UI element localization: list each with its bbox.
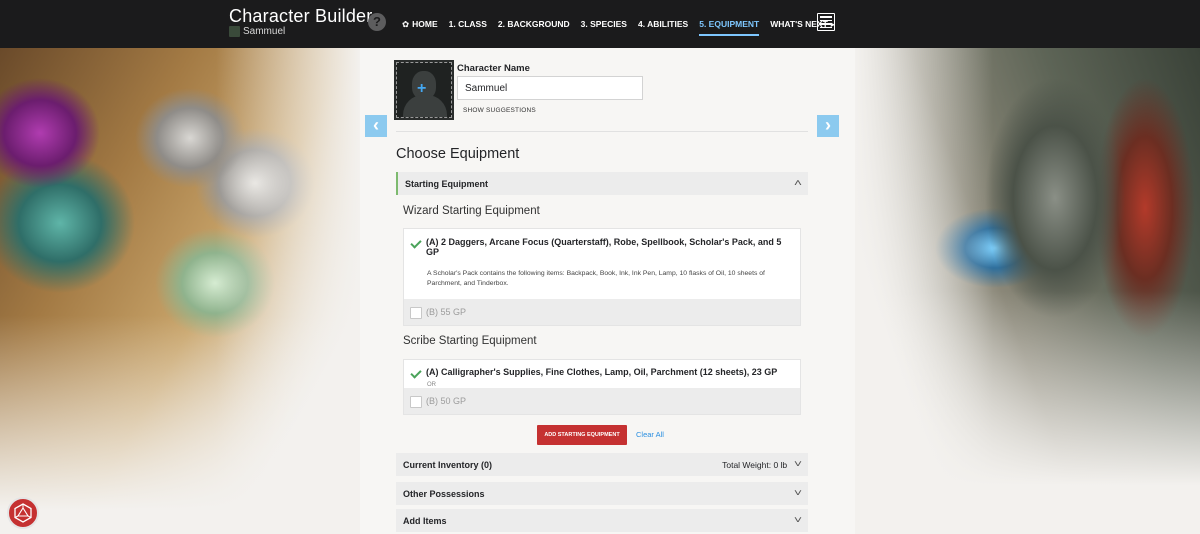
scribe-option-a[interactable]: (A) Calligrapher's Supplies, Fine Clothe… [404, 360, 800, 380]
chevron-down-icon: ˅ [793, 459, 803, 470]
nav-home[interactable]: ✿ Home [402, 15, 438, 34]
scribe-equipment-options: (A) Calligrapher's Supplies, Fine Clothe… [403, 359, 801, 415]
help-button[interactable]: ? [368, 13, 386, 31]
checkbox-icon[interactable] [410, 306, 422, 319]
character-portrait-upload[interactable]: + [394, 60, 454, 120]
scribe-equipment-title: Scribe Starting Equipment [403, 335, 537, 347]
scholars-pack-description: A Scholar's Pack contains the following … [427, 270, 765, 287]
next-step-button[interactable]: › [817, 115, 839, 137]
gear-icon: ✿ [402, 18, 410, 29]
wizard-equipment-options: (A) 2 Daggers, Arcane Focus (Quarterstaf… [403, 228, 801, 326]
nav-equipment[interactable]: 5. Equipment [699, 15, 759, 36]
wizard-option-a[interactable]: (A) 2 Daggers, Arcane Focus (Quarterstaf… [404, 229, 800, 257]
background-art-adventurers [855, 48, 1200, 534]
top-navigation-bar: Character Builder Sammuel ? ✿ Home 1. Cl… [0, 0, 1200, 48]
nav-class[interactable]: 1. Class [449, 15, 487, 33]
other-possessions-label: Other Possessions [403, 488, 485, 499]
scribe-option-a-label: (A) Calligrapher's Supplies, Fine Clothe… [426, 367, 778, 377]
plus-icon: + [417, 80, 427, 97]
show-suggestions-link[interactable]: SHOW SUGGESTIONS [463, 107, 536, 114]
chevron-down-icon: ˅ [793, 488, 803, 499]
current-inventory-label: Current Inventory (0) [403, 459, 493, 470]
app-title: Character Builder [229, 6, 373, 26]
starting-equipment-accordion[interactable]: Starting Equipment ˄ [396, 172, 808, 195]
previous-step-button[interactable]: ‹ [365, 115, 387, 137]
current-inventory-accordion[interactable]: Current Inventory (0) Total Weight: 0 lb… [396, 453, 808, 476]
add-items-label: Add Items [403, 515, 447, 526]
total-weight: Total Weight: 0 lb [722, 459, 788, 470]
nav-species[interactable]: 3. Species [581, 15, 627, 33]
checkbox-icon[interactable] [410, 395, 422, 408]
nav-abilities[interactable]: 4. Abilities [638, 15, 688, 33]
other-possessions-accordion[interactable]: Other Possessions ˅ [396, 482, 808, 505]
d20-icon [14, 503, 32, 523]
character-name-label: Character Name [457, 63, 530, 74]
character-name-input[interactable] [457, 76, 643, 100]
nav-home-label: Home [412, 19, 438, 29]
character-subtitle-name: Sammuel [243, 26, 286, 37]
add-starting-equipment-button[interactable]: ADD STARTING EQUIPMENT [537, 425, 627, 445]
chevron-left-icon: ‹ [373, 115, 379, 135]
character-subtitle: Sammuel [229, 26, 285, 37]
checkbox-checked-icon[interactable] [410, 368, 422, 380]
scribe-option-b[interactable]: (B) 50 GP [404, 388, 800, 414]
wizard-equipment-title: Wizard Starting Equipment [403, 205, 540, 217]
clear-all-link[interactable]: Clear All [636, 430, 664, 439]
chevron-right-icon: › [825, 115, 831, 135]
portrait-silhouette-body [403, 95, 447, 117]
nav-background[interactable]: 2. Background [498, 15, 570, 33]
starting-equipment-label: Starting Equipment [405, 178, 488, 189]
background-art-dice [0, 48, 360, 534]
d20-dice-button[interactable] [7, 497, 39, 529]
wizard-option-b-label: (B) 55 GP [426, 307, 467, 317]
checkbox-checked-icon[interactable] [410, 238, 422, 250]
character-sheet-icon[interactable] [817, 13, 835, 31]
wizard-option-a-label: (A) 2 Daggers, Arcane Focus (Quarterstaf… [426, 237, 782, 257]
add-items-accordion[interactable]: Add Items ˅ [396, 509, 808, 532]
character-avatar-icon [229, 26, 240, 37]
divider [396, 131, 808, 132]
builder-steps-nav: ✿ Home 1. Class 2. Background 3. Species… [402, 0, 846, 48]
scribe-option-b-label: (B) 50 GP [426, 396, 467, 406]
wizard-option-b[interactable]: (B) 55 GP [404, 299, 800, 325]
page-title: Choose Equipment [396, 146, 520, 162]
chevron-down-icon: ˅ [793, 515, 803, 526]
chevron-up-icon: ˄ [793, 178, 803, 189]
